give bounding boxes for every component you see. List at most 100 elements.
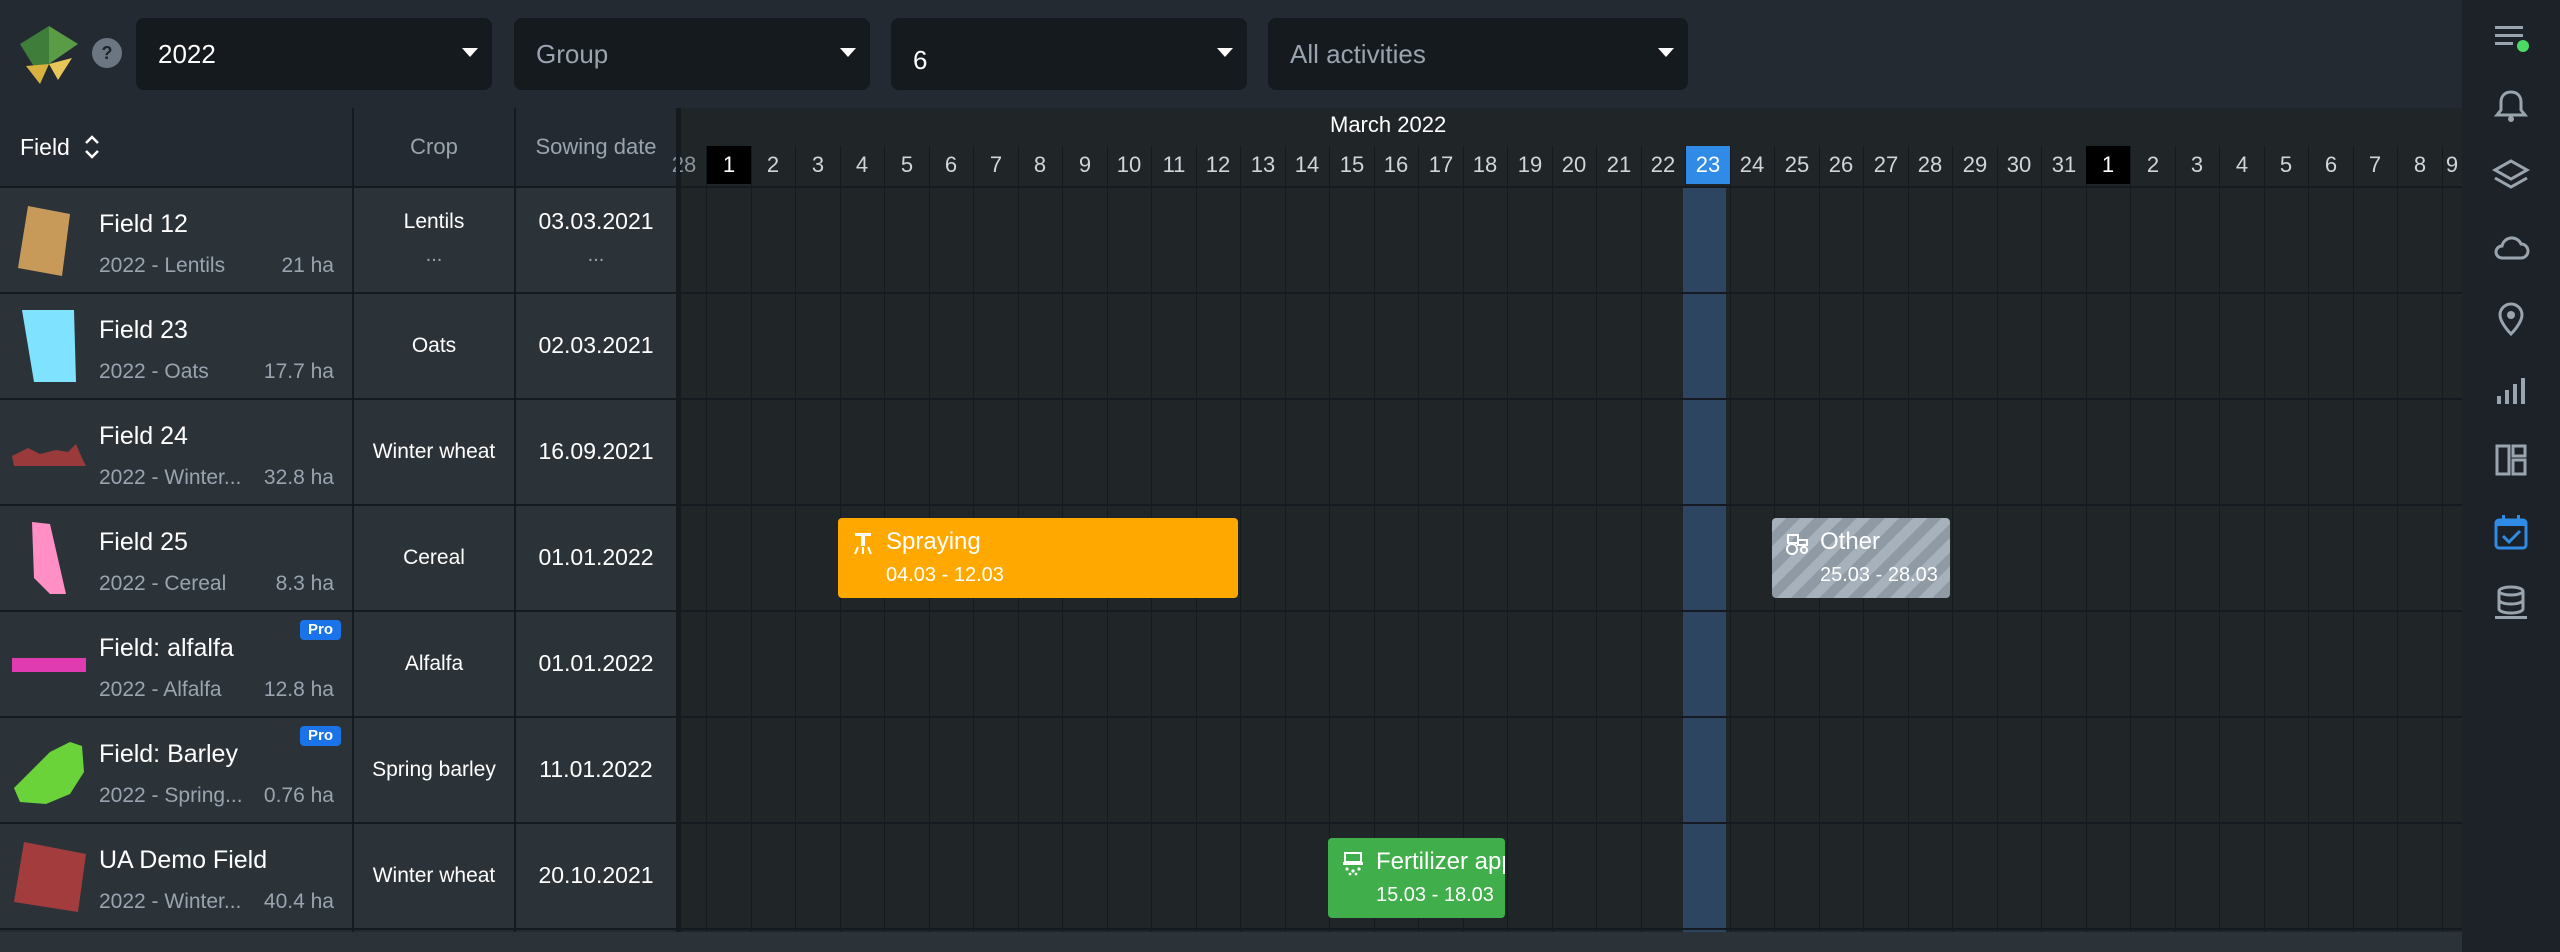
horizontal-scrollbar[interactable] xyxy=(0,932,2462,952)
field-subtitle: 2022 - Spring... xyxy=(99,784,243,807)
gantt-column-divider xyxy=(795,146,796,932)
day-header-cell: 1 xyxy=(707,146,751,184)
field-subtitle: 2022 - Lentils xyxy=(99,254,226,277)
field-subtitle: 2022 - Oats xyxy=(99,360,209,383)
sowing-more[interactable]: ... xyxy=(516,244,676,267)
activity-title: Spraying xyxy=(886,528,981,555)
gantt-row-divider xyxy=(680,292,2462,294)
activity-fertilizer[interactable]: Fertilizer application 15.03 - 18.03 xyxy=(1328,838,1505,918)
column-header-field[interactable]: Field xyxy=(20,108,70,186)
database-icon[interactable] xyxy=(2491,582,2531,622)
chevron-down-icon xyxy=(1217,48,1233,57)
day-header-cell: 10 xyxy=(1116,152,1142,177)
field-area: 21 ha xyxy=(281,254,334,277)
table-row[interactable]: Field 25 2022 - Cereal 8.3 ha Cereal 01.… xyxy=(0,506,678,612)
season-select[interactable]: 2022 xyxy=(136,18,492,90)
day-header-cell: 28 xyxy=(1917,152,1943,177)
count-select[interactable]: 6 xyxy=(891,18,1247,90)
gantt-column-divider xyxy=(1329,146,1330,932)
activity-other[interactable]: Other 25.03 - 28.03 xyxy=(1772,518,1950,598)
activity-spraying[interactable]: Spraying 04.03 - 12.03 xyxy=(838,518,1238,598)
table-row[interactable]: Field 24 2022 - Winter... 32.8 ha Winter… xyxy=(0,400,678,506)
sowing-date-cell: 20.10.2021 xyxy=(538,862,654,888)
gantt-row-divider xyxy=(680,716,2462,718)
sowing-date-cell: 03.03.2021 xyxy=(538,208,654,234)
field-name: Field 23 xyxy=(99,316,188,344)
table-row[interactable]: Pro Field: Barley 2022 - Spring... 0.76 … xyxy=(0,718,678,824)
activities-select[interactable]: All activities xyxy=(1268,18,1688,90)
crop-cell: Winter wheat xyxy=(372,440,496,463)
day-header-cell: 3 xyxy=(811,152,825,177)
day-header-cell: 3 xyxy=(2190,152,2204,177)
group-placeholder: Group xyxy=(536,39,609,69)
gantt-column-divider xyxy=(2397,146,2398,932)
layers-icon[interactable] xyxy=(2491,156,2531,196)
table-row[interactable]: Field 12 2022 - Lentils 21 ha Lentils ..… xyxy=(0,188,678,294)
sort-icon[interactable] xyxy=(82,132,102,162)
day-header-cell: 30 xyxy=(2006,152,2032,177)
day-header-cell: 9 xyxy=(2445,152,2459,177)
right-nav-rail xyxy=(2462,0,2560,952)
calendar-check-icon[interactable] xyxy=(2491,512,2531,552)
cloud-icon[interactable] xyxy=(2491,228,2531,268)
gantt-column-divider xyxy=(1507,146,1508,932)
field-name: Field: alfalfa xyxy=(99,634,234,662)
count-value: 6 xyxy=(913,45,928,75)
gantt-row-divider xyxy=(680,822,2462,824)
table-row[interactable]: UA Demo Field 2022 - Winter... 40.4 ha W… xyxy=(0,824,678,930)
day-header-cell: 29 xyxy=(1962,152,1988,177)
chevron-down-icon xyxy=(462,48,478,57)
signal-chart-icon[interactable] xyxy=(2491,370,2531,410)
day-header-cell: 21 xyxy=(1606,152,1632,177)
day-header-cell: 7 xyxy=(989,152,1003,177)
day-header-cell: 4 xyxy=(2235,152,2249,177)
pro-badge: Pro xyxy=(300,726,342,746)
gantt-row-divider xyxy=(680,928,2462,930)
field-shape-thumbnail xyxy=(10,838,88,916)
day-header-cell: 6 xyxy=(2324,152,2338,177)
gantt-column-divider xyxy=(706,146,707,932)
crop-cell: Cereal xyxy=(403,546,465,569)
table-row[interactable]: Pro Field: alfalfa 2022 - Alfalfa 12.8 h… xyxy=(0,612,678,718)
column-divider xyxy=(514,108,516,932)
app-logo[interactable] xyxy=(18,24,80,86)
menu-notification-icon[interactable] xyxy=(2491,16,2531,56)
sowing-date-cell: 16.09.2021 xyxy=(538,438,654,464)
table-row[interactable]: Field 23 2022 - Oats 17.7 ha Oats 02.03.… xyxy=(0,294,678,400)
field-area: 17.7 ha xyxy=(263,360,334,383)
column-header-sowing-date: Sowing date xyxy=(535,134,657,159)
location-pin-icon[interactable] xyxy=(2491,298,2531,338)
gantt-column-divider xyxy=(1374,146,1375,932)
day-header-cell: 11 xyxy=(1162,152,1186,177)
field-name: Field 12 xyxy=(99,210,188,238)
crop-more[interactable]: ... xyxy=(354,244,514,267)
sowing-date-cell: 11.01.2022 xyxy=(539,756,653,782)
dashboard-icon[interactable] xyxy=(2491,440,2531,480)
activity-title: Other xyxy=(1820,528,1881,555)
activity-dates: 04.03 - 12.03 xyxy=(886,564,1004,586)
day-header-cell: 8 xyxy=(2413,152,2427,177)
crop-cell: Oats xyxy=(411,334,457,357)
chevron-down-icon xyxy=(840,48,856,57)
field-shape-thumbnail xyxy=(10,414,88,492)
gantt-column-divider xyxy=(1552,146,1553,932)
day-header-cell: 13 xyxy=(1250,152,1276,177)
column-divider xyxy=(676,108,680,932)
gantt-left-edge xyxy=(680,108,681,932)
day-header-cell: 1 xyxy=(2086,146,2130,184)
gantt-column-divider xyxy=(1240,146,1241,932)
day-header-cell: 4 xyxy=(855,152,869,177)
group-select[interactable]: Group xyxy=(514,18,870,90)
gantt-column-divider xyxy=(2353,146,2354,932)
field-subtitle: 2022 - Winter... xyxy=(99,466,242,489)
crop-cell: Lentils xyxy=(403,210,465,233)
column-header-crop: Crop xyxy=(410,134,458,159)
field-area: 8.3 ha xyxy=(275,572,334,595)
gantt-column-divider xyxy=(751,146,752,932)
help-icon[interactable]: ? xyxy=(92,38,122,68)
bell-icon[interactable] xyxy=(2491,86,2531,126)
gantt-row-divider xyxy=(680,186,2462,188)
gantt-column-divider xyxy=(1285,146,1286,932)
tractor-icon xyxy=(1784,530,1810,556)
gantt-column-divider xyxy=(1596,146,1597,932)
